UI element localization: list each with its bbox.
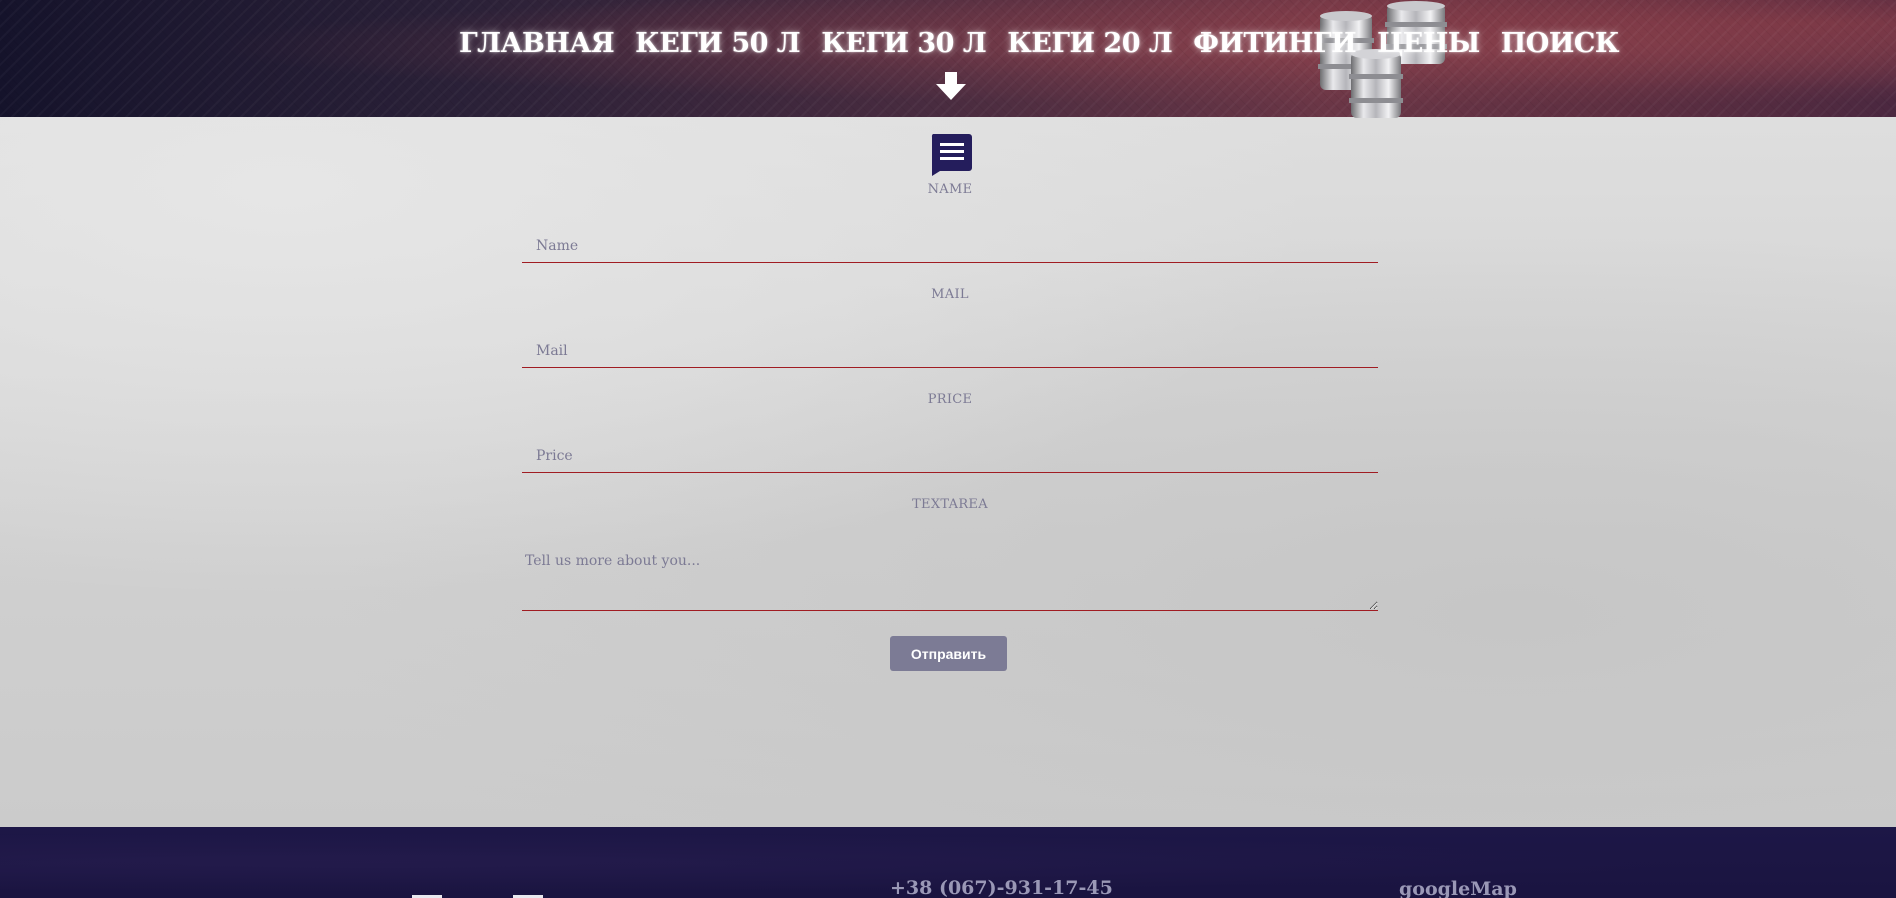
footer-phone[interactable]: +38 (067)-931-17-45: [890, 877, 1113, 898]
nav-item-kegs-50[interactable]: КЕГИ 50 Л: [635, 26, 801, 62]
price-label: PRICE: [927, 392, 973, 407]
footer-google-map-link[interactable]: googleMap: [1399, 878, 1517, 898]
nav-item-kegs-30[interactable]: КЕГИ 30 Л: [821, 26, 987, 62]
name-label: NAME: [927, 182, 973, 197]
footer: +38 (067)-931-17-45 googleMap: [0, 827, 1896, 898]
mail-label: MAIL: [931, 287, 969, 302]
page: ГЛАВНАЯ КЕГИ 50 Л КЕГИ 30 Л КЕГИ 20 Л ФИ…: [0, 0, 1896, 898]
nav-item-fittings[interactable]: ФИТИНГИ: [1193, 26, 1356, 62]
chat-bubble-icon: [931, 134, 972, 176]
textarea-label: TEXTAREA: [912, 497, 988, 512]
nav-item-search[interactable]: ПОИСК: [1501, 26, 1620, 62]
contact-form-section: NAME MAIL PRICE TEXTAREA Отправить: [0, 117, 1896, 827]
message-textarea[interactable]: [522, 543, 1378, 611]
mail-field[interactable]: [522, 334, 1378, 368]
nav-item-home[interactable]: ГЛАВНАЯ: [459, 26, 615, 62]
name-field[interactable]: [522, 229, 1378, 263]
nav-item-prices[interactable]: ЦЕНЫ: [1377, 26, 1480, 62]
arrow-down-icon[interactable]: [935, 70, 967, 102]
main-nav: ГЛАВНАЯ КЕГИ 50 Л КЕГИ 30 Л КЕГИ 20 Л ФИ…: [459, 26, 1619, 62]
price-field[interactable]: [522, 439, 1378, 473]
submit-button[interactable]: Отправить: [890, 636, 1007, 671]
nav-item-kegs-20[interactable]: КЕГИ 20 Л: [1007, 26, 1173, 62]
header-banner: ГЛАВНАЯ КЕГИ 50 Л КЕГИ 30 Л КЕГИ 20 Л ФИ…: [0, 0, 1896, 118]
